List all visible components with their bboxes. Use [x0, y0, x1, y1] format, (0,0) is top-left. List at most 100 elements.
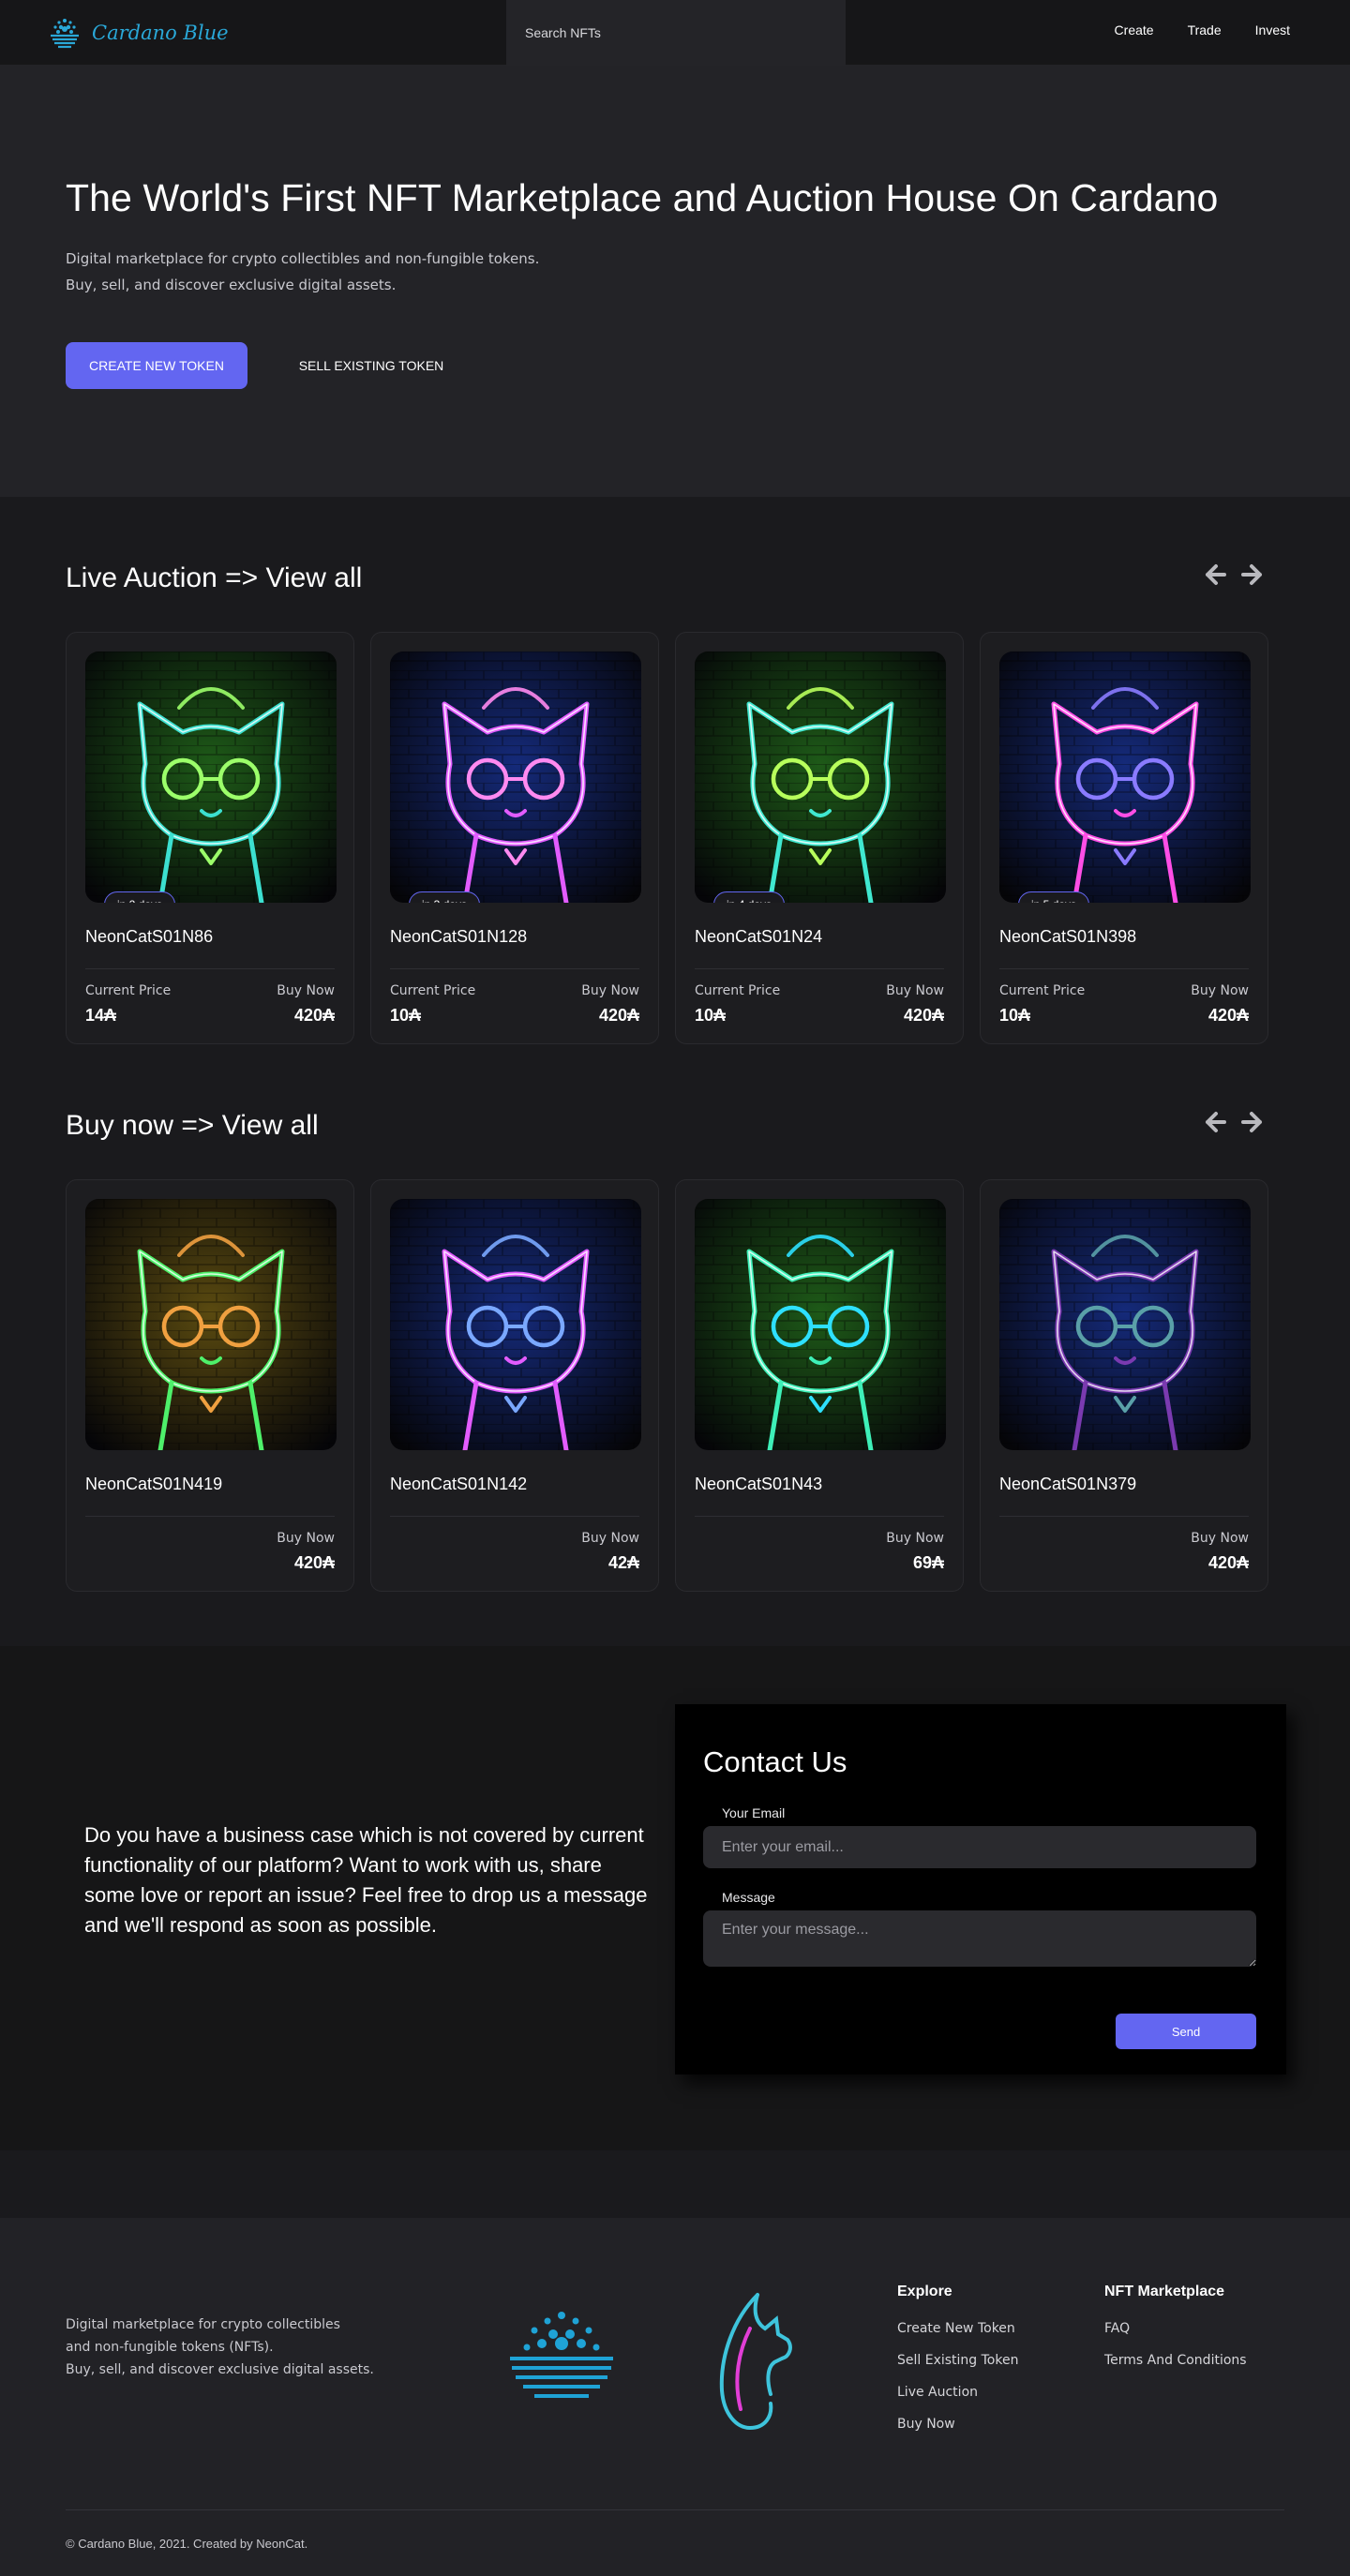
buy-now-price[interactable]: 420₳ — [1208, 1006, 1249, 1026]
message-field[interactable] — [703, 1910, 1256, 1967]
buy-now-price[interactable]: 420₳ — [599, 1006, 639, 1026]
time-remaining-badge: in 3 days — [409, 891, 481, 903]
nft-image[interactable]: in 3 days — [390, 651, 641, 903]
contact-section: Do you have a business case which is not… — [0, 1646, 1350, 2150]
current-price-value: 10₳ — [695, 1006, 727, 1025]
hero-section: The World's First NFT Marketplace and Au… — [0, 66, 1350, 497]
hero-title: The World's First NFT Marketplace and Au… — [66, 176, 1219, 219]
create-new-token-button[interactable]: CREATE NEW TOKEN — [66, 342, 248, 389]
nft-artwork — [390, 651, 641, 903]
arrow-left-icon[interactable] — [1203, 562, 1227, 587]
nft-image[interactable] — [85, 1199, 337, 1450]
nav-link-trade[interactable]: Trade — [1188, 22, 1222, 37]
auction-card[interactable]: in 4 days NeonCatS01N24 Current Price 10… — [675, 632, 964, 1044]
send-button[interactable]: Send — [1116, 2014, 1256, 2049]
time-remaining-badge: in 5 days — [1018, 891, 1090, 903]
nft-image[interactable]: in 4 days — [695, 651, 946, 903]
hero-subtitle-line-2: Buy, sell, and discover exclusive digita… — [66, 277, 397, 293]
current-price-value: 14₳ — [85, 1006, 117, 1025]
footer-explore-column: Explore Create New Token Sell Existing T… — [897, 2284, 1018, 2449]
card-divider — [85, 1516, 335, 1517]
buy-now-label: Buy Now — [1191, 1531, 1249, 1546]
buy-now-label: Buy Now — [886, 1531, 944, 1546]
buy-now-card[interactable]: NeonCatS01N43 Buy Now 69₳ — [675, 1179, 964, 1592]
nft-name[interactable]: NeonCatS01N379 — [999, 1475, 1136, 1494]
arrow-right-icon[interactable] — [1240, 562, 1265, 587]
card-divider — [390, 1516, 639, 1517]
auction-card[interactable]: in 5 days NeonCatS01N398 Current Price 1… — [980, 632, 1268, 1044]
cardano-blue-logo-icon — [510, 2312, 613, 2398]
brand-logo[interactable]: Cardano Blue — [45, 13, 229, 52]
nft-artwork — [695, 651, 946, 903]
arrow-left-icon[interactable] — [1203, 1110, 1227, 1134]
cardano-logo-icon — [51, 19, 79, 49]
email-field[interactable] — [703, 1826, 1256, 1868]
buy-now-label: Buy Now — [581, 1531, 639, 1546]
time-remaining-badge: in 4 days — [713, 891, 786, 903]
buy-now-price[interactable]: 420₳ — [1208, 1553, 1249, 1573]
contact-description: Do you have a business case which is not… — [84, 1823, 648, 1937]
buy-now-arrows — [1203, 1110, 1265, 1134]
auction-card[interactable]: in 2 days NeonCatS01N86 Current Price 14… — [66, 632, 354, 1044]
nft-artwork — [85, 1199, 337, 1450]
nft-artwork — [999, 1199, 1251, 1450]
buy-now-price[interactable]: 42₳ — [608, 1553, 639, 1573]
nft-name[interactable]: NeonCatS01N398 — [999, 927, 1136, 947]
nft-artwork — [695, 1199, 946, 1450]
live-auction-title[interactable]: Live Auction => View all — [66, 562, 362, 594]
card-divider — [999, 968, 1249, 969]
footer-link-buy-now[interactable]: Buy Now — [897, 2417, 1018, 2432]
footer-link-terms[interactable]: Terms And Conditions — [1104, 2353, 1247, 2368]
current-price-label: Current Price — [999, 983, 1086, 998]
nft-name[interactable]: NeonCatS01N142 — [390, 1475, 527, 1494]
hero-subtitle: Digital marketplace for crypto collectib… — [66, 246, 539, 298]
buy-now-price[interactable]: 69₳ — [913, 1553, 944, 1573]
buy-now-price[interactable]: 420₳ — [294, 1006, 335, 1026]
nft-name[interactable]: NeonCatS01N128 — [390, 927, 527, 947]
nft-image[interactable] — [695, 1199, 946, 1450]
hero-subtitle-line-1: Digital marketplace for crypto collectib… — [66, 250, 540, 267]
nav-link-invest[interactable]: Invest — [1255, 22, 1290, 37]
footer-marketplace-title: NFT Marketplace — [1104, 2284, 1225, 2299]
time-remaining-badge: in 2 days — [104, 891, 176, 903]
footer-link-sell-existing-token[interactable]: Sell Existing Token — [897, 2353, 1018, 2368]
nft-image[interactable] — [390, 1199, 641, 1450]
nft-artwork — [390, 1199, 641, 1450]
footer-explore-title: Explore — [897, 2284, 952, 2299]
card-divider — [695, 968, 944, 969]
footer-description-line-3: Buy, sell, and discover exclusive digita… — [66, 2362, 374, 2377]
contact-title: Contact Us — [703, 1745, 848, 1778]
sell-existing-token-button[interactable]: SELL EXISTING TOKEN — [281, 342, 461, 389]
nft-name[interactable]: NeonCatS01N43 — [695, 1475, 822, 1494]
auction-card[interactable]: in 3 days NeonCatS01N128 Current Price 1… — [370, 632, 659, 1044]
buy-now-title[interactable]: Buy now => View all — [66, 1110, 319, 1142]
nav-links: Create Trade Invest — [1115, 0, 1290, 60]
nft-name[interactable]: NeonCatS01N24 — [695, 927, 822, 947]
email-label: Your Email — [722, 1805, 786, 1820]
buy-now-label: Buy Now — [581, 983, 639, 998]
buy-now-card[interactable]: NeonCatS01N419 Buy Now 420₳ — [66, 1179, 354, 1592]
nft-name[interactable]: NeonCatS01N86 — [85, 927, 213, 947]
buy-now-label: Buy Now — [277, 1531, 335, 1546]
current-price-label: Current Price — [85, 983, 172, 998]
footer-link-create-new-token[interactable]: Create New Token — [897, 2321, 1018, 2336]
footer-description-line-1: Digital marketplace for crypto collectib… — [66, 2317, 340, 2332]
arrow-right-icon[interactable] — [1240, 1110, 1265, 1134]
buy-now-card[interactable]: NeonCatS01N379 Buy Now 420₳ — [980, 1179, 1268, 1592]
card-divider — [85, 968, 335, 969]
nft-artwork — [999, 651, 1251, 903]
footer: Digital marketplace for crypto collectib… — [0, 2218, 1350, 2576]
search-input[interactable]: Search NFTs — [506, 0, 846, 66]
nav-link-create[interactable]: Create — [1115, 22, 1154, 37]
footer-link-live-auction[interactable]: Live Auction — [897, 2385, 1018, 2400]
neon-cat-logo-icon — [719, 2293, 792, 2431]
nft-image[interactable]: in 5 days — [999, 651, 1251, 903]
nft-name[interactable]: NeonCatS01N419 — [85, 1475, 222, 1494]
nft-image[interactable]: in 2 days — [85, 651, 337, 903]
buy-now-price[interactable]: 420₳ — [294, 1553, 335, 1573]
buy-now-price[interactable]: 420₳ — [904, 1006, 944, 1026]
buy-now-card[interactable]: NeonCatS01N142 Buy Now 42₳ — [370, 1179, 659, 1592]
nft-artwork — [85, 651, 337, 903]
nft-image[interactable] — [999, 1199, 1251, 1450]
footer-link-faq[interactable]: FAQ — [1104, 2321, 1247, 2336]
